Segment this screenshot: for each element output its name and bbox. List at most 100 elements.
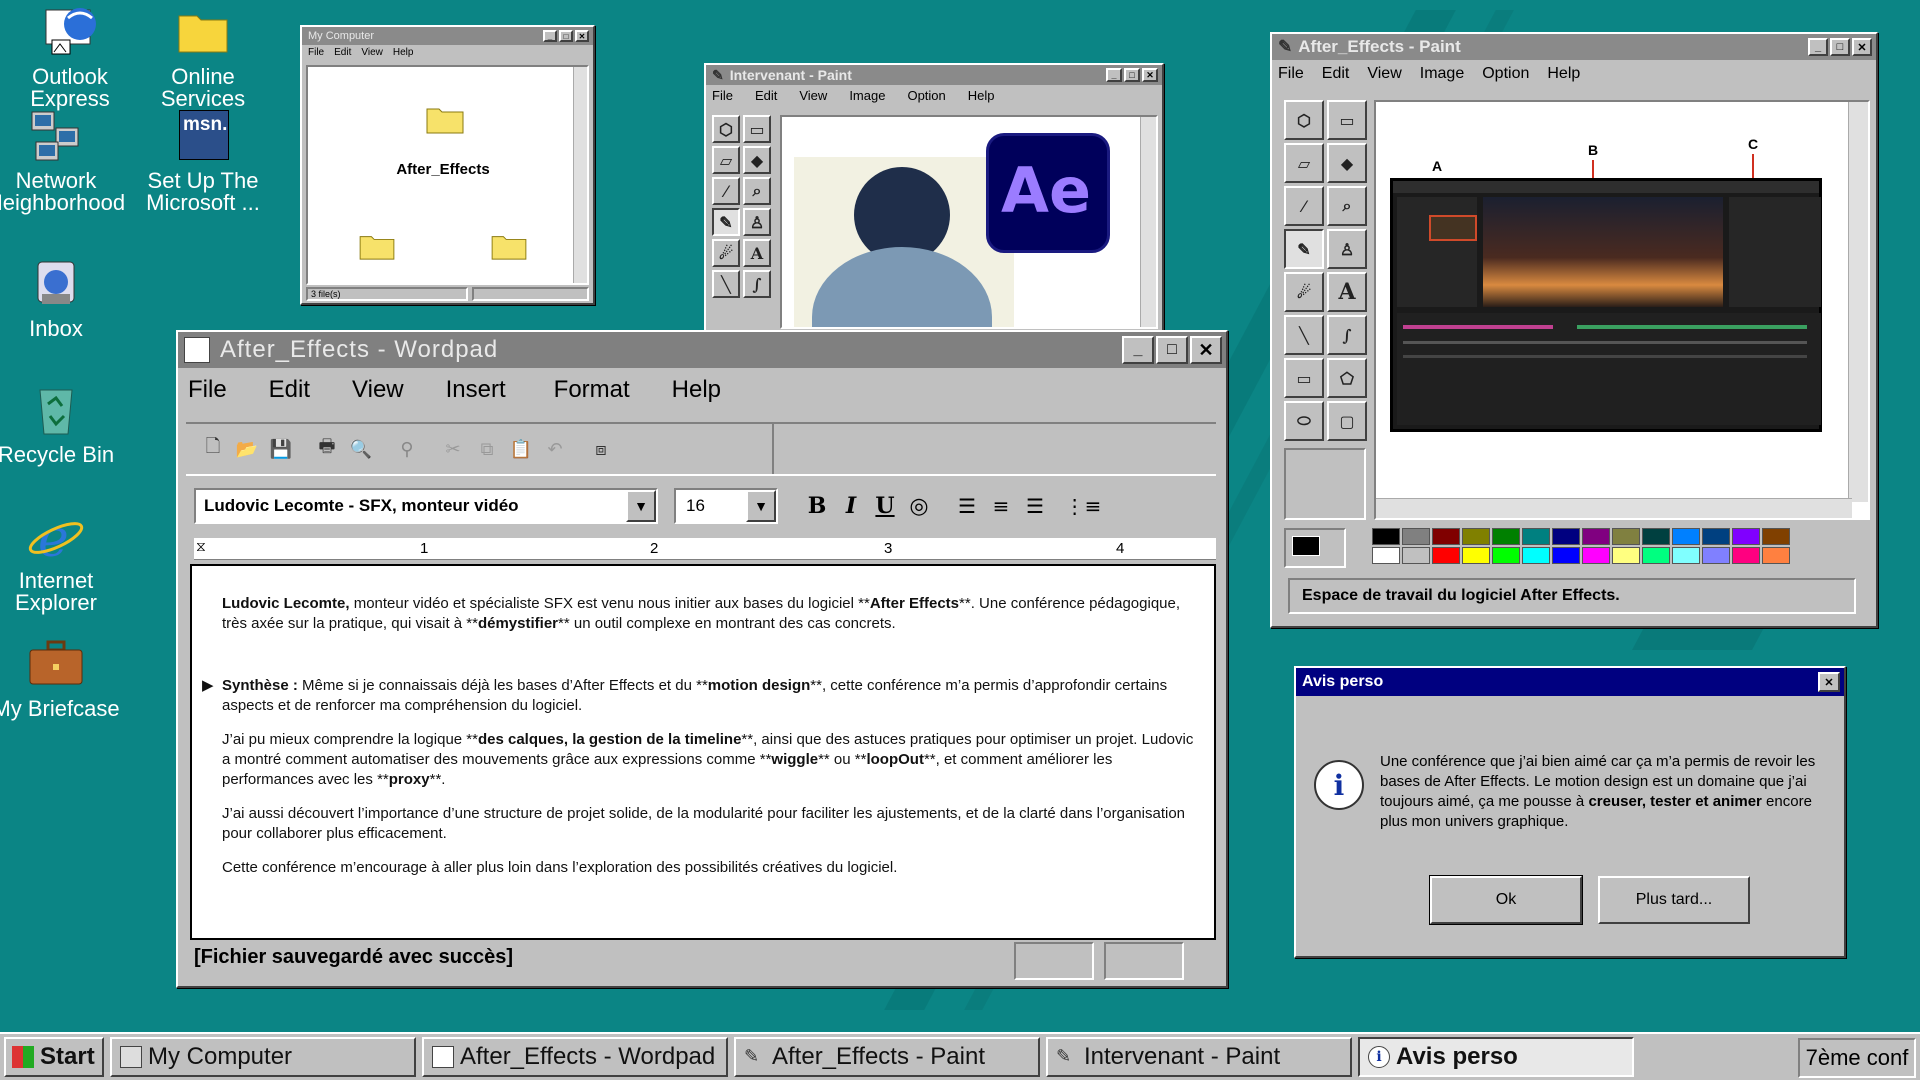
color-swatch[interactable] — [1612, 547, 1640, 564]
menu-file[interactable]: File — [308, 47, 324, 58]
italic-button[interactable]: I — [834, 489, 868, 523]
color-swatch[interactable] — [1582, 528, 1610, 545]
pencil-tool[interactable]: ✎ — [712, 208, 740, 236]
free-select-tool[interactable]: ⬡ — [1284, 100, 1324, 140]
tool-options[interactable] — [1284, 448, 1366, 520]
color-swatch[interactable] — [1462, 528, 1490, 545]
color-swatch[interactable] — [1582, 547, 1610, 564]
vertical-scrollbar[interactable] — [1848, 102, 1868, 502]
menu-edit[interactable]: Edit — [1322, 65, 1350, 83]
free-select-tool[interactable]: ⬡ — [712, 115, 740, 143]
color-swatch[interactable] — [1732, 528, 1760, 545]
menu-view[interactable]: View — [1367, 65, 1401, 83]
close-button[interactable]: ✕ — [575, 30, 589, 42]
color-swatch[interactable] — [1732, 547, 1760, 564]
wordpad-window[interactable]: After_Effects - Wordpad _ □ ✕ File Edit … — [176, 330, 1228, 988]
menu-file[interactable]: File — [712, 88, 733, 103]
line-tool[interactable]: ╲ — [1284, 315, 1324, 355]
minimize-button[interactable]: _ — [1106, 68, 1122, 82]
new-document-icon[interactable]: 🗋 — [196, 432, 230, 466]
text-tool[interactable]: A — [743, 239, 771, 267]
find-icon[interactable]: ⚲ — [390, 432, 424, 466]
close-button[interactable]: ✕ — [1818, 672, 1840, 692]
horizontal-scrollbar[interactable] — [1376, 498, 1852, 518]
menu-option[interactable]: Option — [1482, 65, 1529, 83]
print-preview-icon[interactable]: 🔍 — [344, 432, 378, 466]
folder-label[interactable]: After_Effects — [308, 161, 578, 178]
menu-option[interactable]: Option — [907, 88, 945, 103]
eraser-tool[interactable]: ▱ — [1284, 143, 1324, 183]
paste-icon[interactable]: 📋 — [504, 432, 538, 466]
color-swatch[interactable] — [1492, 528, 1520, 545]
menu-help[interactable]: Help — [968, 88, 995, 103]
color-swatch[interactable] — [1522, 547, 1550, 564]
rounded-rect-tool[interactable]: ▢ — [1327, 401, 1367, 441]
color-swatch[interactable] — [1402, 547, 1430, 564]
font-size-select[interactable]: 16 ▼ — [674, 488, 778, 524]
folder-icon[interactable] — [425, 103, 465, 140]
maximize-button[interactable]: □ — [1124, 68, 1140, 82]
paint-canvas[interactable]: Ae — [780, 115, 1158, 329]
color-swatch[interactable] — [1762, 528, 1790, 545]
ruler[interactable]: ⧖ 1 2 3 4 — [194, 538, 1216, 560]
vertical-scrollbar[interactable] — [1140, 117, 1156, 327]
font-name-select[interactable]: Ludovic Lecomte - SFX, monteur vidéo ▼ — [194, 488, 658, 524]
maximize-button[interactable]: □ — [559, 30, 573, 42]
paint-ae-window[interactable]: ✎ After_Effects - Paint _ □ ✕ File Edit … — [1270, 32, 1878, 628]
fill-tool[interactable]: ◆ — [743, 146, 771, 174]
close-button[interactable]: ✕ — [1190, 336, 1222, 364]
title-bar[interactable]: ✎ After_Effects - Paint _ □ ✕ — [1272, 34, 1876, 60]
color-swatch[interactable] — [1702, 547, 1730, 564]
undo-icon[interactable]: ↶ — [538, 432, 572, 466]
color-picker-tool[interactable]: ⁄ — [712, 177, 740, 205]
desktop-icon-outlook-express[interactable]: Outlook Express — [0, 4, 140, 110]
color-swatch[interactable] — [1672, 528, 1700, 545]
task-my-computer[interactable]: My Computer — [110, 1037, 416, 1077]
menu-help[interactable]: Help — [1547, 65, 1580, 83]
color-picker-tool[interactable]: ⁄ — [1284, 186, 1324, 226]
rect-select-tool[interactable]: ▭ — [743, 115, 771, 143]
brush-tool[interactable]: ♙ — [743, 208, 771, 236]
print-icon[interactable]: 🖶 — [310, 432, 344, 466]
color-swatch[interactable] — [1432, 547, 1460, 564]
color-swatch[interactable] — [1762, 547, 1790, 564]
title-bar[interactable]: ✎ Intervenant - Paint _ □ ✕ — [706, 65, 1162, 85]
desktop-icon-setup-msn[interactable]: msn. Set Up The Microsoft ... — [133, 108, 273, 214]
insert-object-icon[interactable]: ⧈ — [584, 432, 618, 466]
color-icon[interactable]: ◎ — [902, 489, 936, 523]
close-button[interactable]: ✕ — [1852, 38, 1872, 56]
magnifier-tool[interactable]: ⌕ — [1327, 186, 1367, 226]
line-tool[interactable]: ╲ — [712, 270, 740, 298]
color-swatch[interactable] — [1492, 547, 1520, 564]
menu-view[interactable]: View — [799, 88, 827, 103]
color-swatch[interactable] — [1672, 547, 1700, 564]
task-paint-intervenant[interactable]: ✎ Intervenant - Paint — [1046, 1037, 1352, 1077]
color-swatch[interactable] — [1402, 528, 1430, 545]
eraser-tool[interactable]: ▱ — [712, 146, 740, 174]
bold-button[interactable]: B — [800, 489, 834, 523]
start-button[interactable]: Start — [4, 1037, 104, 1077]
desktop-icon-inbox[interactable]: Inbox — [0, 256, 126, 340]
menu-edit[interactable]: Edit — [755, 88, 777, 103]
desktop-icon-my-briefcase[interactable]: My Briefcase — [0, 636, 126, 720]
title-bar[interactable]: My Computer _ □ ✕ — [302, 27, 593, 45]
plus-tard-button[interactable]: Plus tard... — [1598, 876, 1750, 924]
my-computer-window[interactable]: My Computer _ □ ✕ File Edit View Help Af… — [300, 25, 595, 305]
avis-perso-dialog[interactable]: Avis perso ✕ i Une conférence que j’ai b… — [1294, 666, 1846, 958]
pencil-tool[interactable]: ✎ — [1284, 229, 1324, 269]
task-wordpad[interactable]: After_Effects - Wordpad — [422, 1037, 728, 1077]
polygon-tool[interactable]: ⬠ — [1327, 358, 1367, 398]
desktop-icon-internet-explorer[interactable]: e Internet Explorer — [0, 508, 126, 614]
task-paint-ae[interactable]: ✎ After_Effects - Paint — [734, 1037, 1040, 1077]
paint-canvas[interactable]: A B C — [1374, 100, 1870, 520]
brush-tool[interactable]: ♙ — [1327, 229, 1367, 269]
desktop-icon-recycle-bin[interactable]: Recycle Bin — [0, 382, 126, 466]
vertical-scrollbar[interactable] — [573, 67, 587, 283]
menu-edit[interactable]: Edit — [269, 376, 310, 408]
airbrush-tool[interactable]: ☄ — [712, 239, 740, 267]
curve-tool[interactable]: ∫ — [743, 270, 771, 298]
title-bar[interactable]: Avis perso ✕ — [1296, 668, 1844, 696]
color-swatch[interactable] — [1552, 547, 1580, 564]
current-colors[interactable] — [1284, 528, 1346, 568]
indent-marker-icon[interactable]: ⧖ — [196, 538, 206, 555]
